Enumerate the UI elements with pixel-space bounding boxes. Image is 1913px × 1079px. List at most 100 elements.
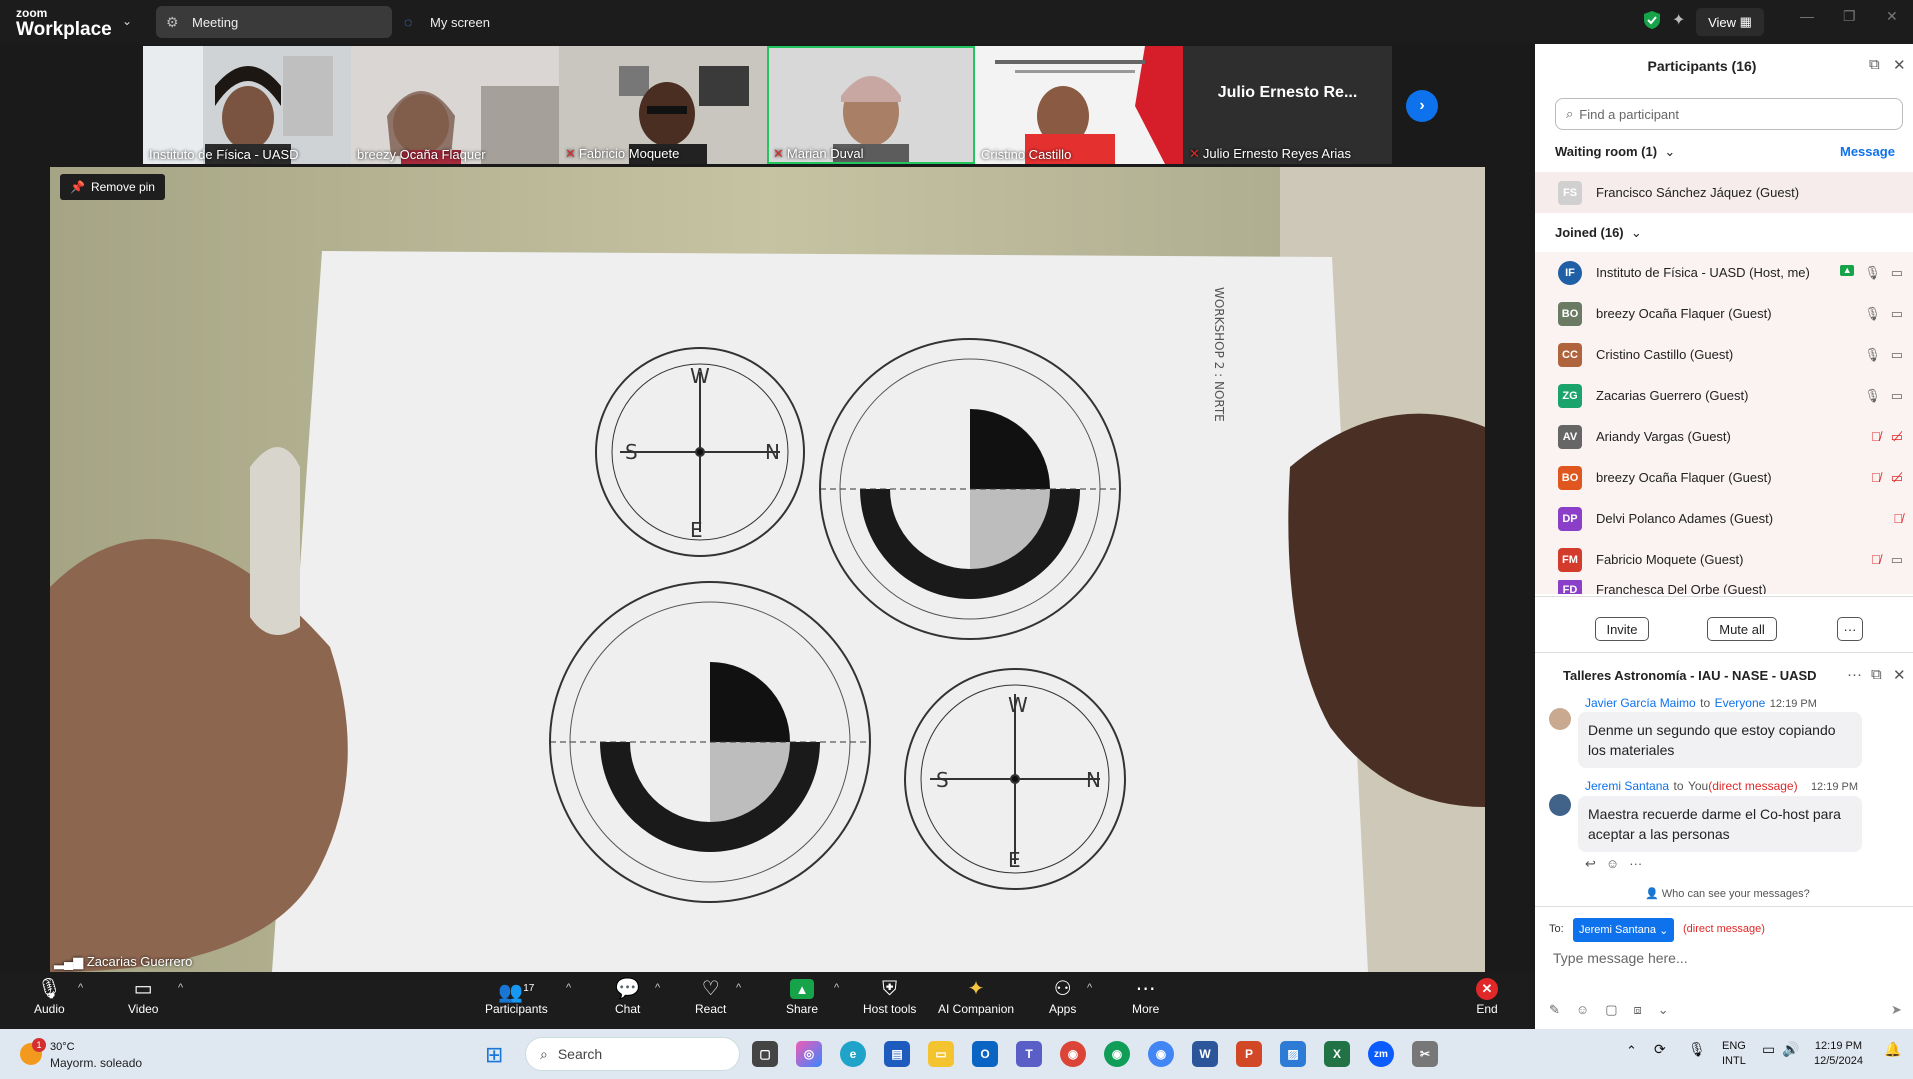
chevron-down-icon[interactable]: ⌄	[1658, 1002, 1669, 1018]
chat-sender[interactable]: Jeremi Santana	[1585, 779, 1669, 793]
ai-companion-button[interactable]: ✦ AI Companion	[938, 976, 1014, 1016]
chat-message-input[interactable]: Type message here...	[1553, 950, 1688, 966]
video-thumbnail[interactable]: ✕ Fabricio Moquete	[559, 46, 767, 164]
invite-button[interactable]: Invite	[1595, 617, 1649, 641]
microphone-muted-icon[interactable]: 🎙̸	[1871, 429, 1881, 445]
more-icon[interactable]: ···	[1629, 856, 1642, 872]
recipient-selector[interactable]: Jeremi Santana ⌄	[1573, 918, 1675, 942]
more-button[interactable]: ⋯ More	[1132, 976, 1159, 1016]
mute-all-button[interactable]: Mute all	[1707, 617, 1777, 641]
participant-row[interactable]: CC Cristino Castillo (Guest) 🎙 ▭	[1535, 334, 1913, 375]
participant-row[interactable]: IF Instituto de Física - UASD (Host, me)…	[1535, 252, 1913, 293]
chevron-down-icon[interactable]: ⌄	[122, 14, 132, 28]
camera-icon[interactable]: ▭	[1891, 306, 1903, 322]
video-thumbnail-active-speaker[interactable]: ✕ Marian Duval	[767, 46, 975, 164]
participant-row[interactable]: ZG Zacarias Guerrero (Guest) 🎙 ▭	[1535, 375, 1913, 416]
send-icon[interactable]: ➤	[1891, 1002, 1902, 1018]
participant-row[interactable]: BO breezy Ocaña Flaquer (Guest) 🎙 ▭	[1535, 293, 1913, 334]
format-icon[interactable]: ✎	[1549, 1002, 1560, 1018]
microphone-icon[interactable]: 🎙	[1864, 388, 1881, 404]
camera-icon[interactable]: ▭	[1891, 388, 1903, 404]
share-button[interactable]: ▲ Share	[786, 976, 818, 1016]
video-thumbnail[interactable]: Instituto de Física - UASD	[143, 46, 351, 164]
chrome-profile-icon[interactable]: ◉	[1104, 1041, 1130, 1067]
message-waiting-room-link[interactable]: Message	[1840, 144, 1895, 159]
snipping-tool-icon[interactable]: ✂	[1412, 1041, 1438, 1067]
close-icon[interactable]: ✕	[1893, 666, 1906, 684]
video-options-caret[interactable]: ^	[178, 982, 183, 994]
more-options-button[interactable]: ···	[1837, 617, 1863, 641]
edge-icon[interactable]: e	[840, 1041, 866, 1067]
apps-button[interactable]: ⚇ Apps	[1049, 976, 1076, 1016]
screenshot-icon[interactable]: ⧈	[1633, 1002, 1641, 1018]
camera-icon[interactable]: ▭	[1891, 347, 1903, 363]
microphone-muted-icon[interactable]: 🎙̸	[1871, 470, 1881, 486]
video-button[interactable]: ▭ Video	[128, 976, 158, 1016]
video-thumbnail-no-video[interactable]: Julio Ernesto Re... ✕ Julio Ernesto Reyes…	[1183, 46, 1392, 164]
ai-sparkle-icon[interactable]: ✦	[1672, 10, 1685, 30]
reply-icon[interactable]: ↩	[1585, 856, 1596, 872]
security-shield-icon[interactable]	[1643, 10, 1661, 30]
view-button[interactable]: View ▦	[1696, 8, 1764, 36]
copilot-icon[interactable]: ◎	[796, 1041, 822, 1067]
notification-bell-icon[interactable]: 🔔	[1884, 1042, 1901, 1057]
powerpoint-icon[interactable]: P	[1236, 1041, 1262, 1067]
popout-icon[interactable]: ⧉	[1871, 666, 1882, 683]
participants-button[interactable]: 👥17 Participants	[485, 976, 548, 1016]
file-explorer-icon[interactable]: ▭	[928, 1041, 954, 1067]
excel-icon[interactable]: X	[1324, 1041, 1350, 1067]
photos-icon[interactable]: ▨	[1280, 1041, 1306, 1067]
participant-row[interactable]: FD Franchesca Del Orbe (Guest)	[1535, 580, 1913, 594]
microphone-muted-icon[interactable]: 🎙̸	[1871, 552, 1881, 568]
camera-off-icon[interactable]: ▭̸	[1891, 429, 1903, 445]
next-page-button[interactable]: ›	[1406, 90, 1438, 122]
microphone-icon[interactable]: 🎙	[1688, 1042, 1706, 1057]
participant-row[interactable]: FM Fabricio Moquete (Guest) 🎙̸ ▭	[1535, 539, 1913, 580]
emoji-icon[interactable]: ☺	[1606, 856, 1619, 872]
participant-search-input[interactable]: ⌕ Find a participant	[1555, 98, 1903, 130]
word-icon[interactable]: W	[1192, 1041, 1218, 1067]
microphone-icon[interactable]: 🎙	[1864, 347, 1881, 363]
react-options-caret[interactable]: ^	[736, 982, 741, 994]
participant-row[interactable]: DP Delvi Polanco Adames (Guest) 🎙̸	[1535, 498, 1913, 539]
maximize-button[interactable]: ❐	[1843, 8, 1856, 25]
chat-sender[interactable]: Javier García Maimo	[1585, 696, 1696, 710]
sync-icon[interactable]: ⟳	[1654, 1042, 1666, 1057]
file-icon[interactable]: ▢	[1605, 1002, 1617, 1018]
who-can-see-link[interactable]: 👤 Who can see your messages?	[1645, 887, 1810, 900]
remove-pin-button[interactable]: 📌 Remove pin	[60, 174, 165, 200]
popout-icon[interactable]: ⧉	[1869, 56, 1880, 73]
host-tools-button[interactable]: ⛨ Host tools	[863, 976, 916, 1016]
close-window-button[interactable]: ✕	[1886, 8, 1898, 25]
task-view-icon[interactable]: ▢	[752, 1041, 778, 1067]
more-icon[interactable]: ···	[1847, 666, 1862, 683]
store-icon[interactable]: ▤	[884, 1041, 910, 1067]
waiting-room-header[interactable]: Waiting room (1) ⌄	[1555, 144, 1675, 160]
minimize-button[interactable]: —	[1800, 8, 1814, 24]
participants-options-caret[interactable]: ^	[566, 982, 571, 994]
participant-row[interactable]: AV Ariandy Vargas (Guest) 🎙̸ ▭̸	[1535, 416, 1913, 457]
show-hidden-icons[interactable]: ⌃	[1626, 1043, 1637, 1058]
chat-button[interactable]: 💬 Chat	[615, 976, 640, 1016]
tab-my-screen[interactable]: ◌ My screen	[394, 6, 554, 38]
clock[interactable]: 12:19 PM 12/5/2024	[1814, 1039, 1863, 1069]
microphone-muted-icon[interactable]: 🎙̸	[1893, 511, 1903, 526]
outlook-icon[interactable]: O	[972, 1041, 998, 1067]
audio-options-caret[interactable]: ^	[78, 982, 83, 994]
camera-icon[interactable]: ▭	[1891, 265, 1903, 281]
microphone-icon[interactable]: 🎙	[1864, 265, 1881, 281]
camera-off-icon[interactable]: ▭̸	[1891, 470, 1903, 486]
audio-button[interactable]: 🎙 Audio	[34, 976, 65, 1016]
teams-icon[interactable]: T	[1016, 1041, 1042, 1067]
emoji-icon[interactable]: ☺	[1576, 1002, 1589, 1018]
waiting-participant-row[interactable]: FS Francisco Sánchez Jáquez (Guest)	[1535, 172, 1913, 213]
display-icon[interactable]: ▭	[1762, 1042, 1775, 1057]
end-meeting-button[interactable]: ✕ End	[1476, 976, 1498, 1016]
zoom-icon[interactable]: zm	[1368, 1041, 1394, 1067]
language-indicator[interactable]: ENG INTL	[1722, 1039, 1746, 1069]
participant-row[interactable]: BO breezy Ocaña Flaquer (Guest) 🎙̸ ▭̸	[1535, 457, 1913, 498]
joined-header[interactable]: Joined (16) ⌄	[1555, 225, 1642, 241]
react-button[interactable]: ♡ React	[695, 976, 726, 1016]
taskbar-search[interactable]: ⌕ Search	[525, 1037, 740, 1071]
close-icon[interactable]: ✕	[1893, 56, 1906, 74]
